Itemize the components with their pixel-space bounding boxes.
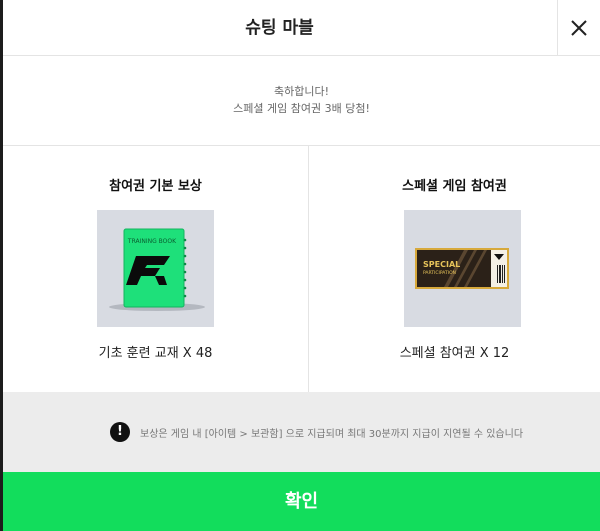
- reward-special: 스페셜 게임 참여권 SPECIAL PARTICIPATION 스페셜 참여권…: [309, 146, 600, 392]
- notice-bar: ! 보상은 게임 내 [아이템 > 보관함] 으로 지급되며 최대 30분까지 …: [3, 392, 600, 472]
- svg-text:SPECIAL: SPECIAL: [423, 260, 460, 269]
- svg-text:TRAINING BOOK: TRAINING BOOK: [127, 238, 177, 245]
- message-line-1: 축하합니다!: [273, 85, 329, 98]
- modal-header: 슈팅 마블: [3, 0, 600, 56]
- training-book-image: TRAINING BOOK: [97, 210, 214, 327]
- reward-modal: 슈팅 마블 축하합니다! 스페셜 게임 참여권 3배 당첨! 참여권 기본 보상: [3, 0, 600, 531]
- close-button[interactable]: [557, 0, 600, 56]
- congratulation-message: 축하합니다! 스페셜 게임 참여권 3배 당첨!: [3, 56, 600, 146]
- message-line-2: 스페셜 게임 참여권 3배 당첨!: [233, 102, 370, 115]
- exclamation-icon: !: [110, 422, 130, 442]
- reward-list: 참여권 기본 보상 TRAINING BOOK 기초 훈련 교재 X 48 스페…: [3, 146, 600, 392]
- reward-title: 스페셜 게임 참여권: [402, 179, 507, 194]
- close-icon: [571, 20, 587, 36]
- modal-title: 슈팅 마블: [245, 18, 314, 38]
- reward-label: 기초 훈련 교재 X 48: [98, 346, 213, 361]
- special-ticket-image: SPECIAL PARTICIPATION: [404, 210, 521, 327]
- reward-title: 참여권 기본 보상: [109, 179, 202, 194]
- reward-label: 스페셜 참여권 X 12: [399, 346, 510, 361]
- svg-text:PARTICIPATION: PARTICIPATION: [423, 270, 456, 276]
- reward-basic: 참여권 기본 보상 TRAINING BOOK 기초 훈련 교재 X 48: [3, 146, 308, 392]
- notice-text: 보상은 게임 내 [아이템 > 보관함] 으로 지급되며 최대 30분까지 지급…: [140, 429, 524, 440]
- confirm-button[interactable]: 확인: [3, 472, 600, 531]
